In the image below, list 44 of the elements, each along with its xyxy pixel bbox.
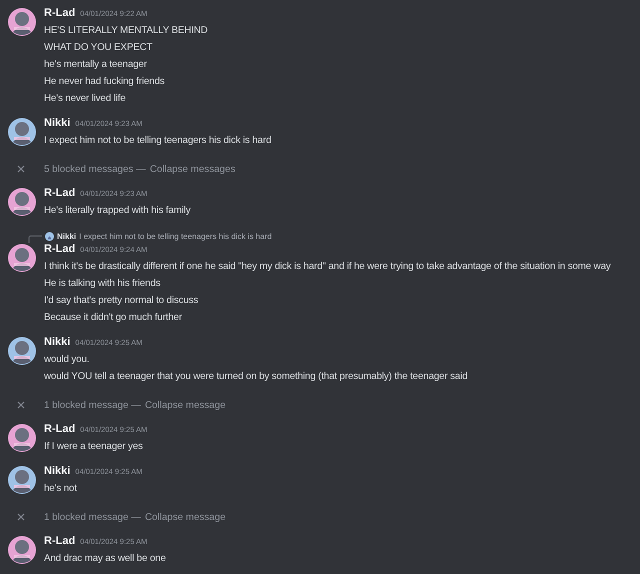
avatar[interactable] — [8, 188, 36, 216]
username[interactable]: Nikki — [44, 465, 70, 477]
message-text: If I were a teenager yes — [44, 440, 144, 454]
close-icon[interactable] — [17, 401, 25, 409]
message-text: would you. — [44, 353, 90, 367]
message-text: I expect him not to be telling teenagers his dick is hard — [44, 134, 272, 148]
collapse-link[interactable]: Collapse message — [144, 512, 226, 522]
username[interactable]: R-Lad — [44, 423, 76, 435]
blocked-count: 5 blocked messages — — [44, 164, 146, 174]
username[interactable]: R-Lad — [44, 7, 76, 19]
avatar[interactable] — [8, 424, 36, 452]
collapse-link[interactable]: Collapse message — [144, 400, 226, 410]
message-text: he's not — [44, 482, 78, 496]
message-text: He's literally trapped with his family — [44, 204, 192, 218]
reply-text[interactable]: I expect him not to be telling teenagers his dick is hard — [79, 232, 272, 240]
message-text: He is talking with his friends — [44, 277, 162, 291]
reply-line — [28, 235, 42, 243]
message-text: HE'S LITERALLY MENTALLY BEHIND — [44, 24, 209, 38]
reply-author[interactable]: Nikki — [57, 232, 76, 240]
username[interactable]: R-Lad — [44, 535, 76, 547]
message-text: would YOU tell a teenager that you were turned on by something (that presumably) the teenager said — [44, 370, 469, 384]
username[interactable]: Nikki — [44, 336, 70, 348]
message-text: Because it didn't go much further — [44, 311, 183, 325]
avatar[interactable] — [8, 118, 36, 146]
message-text: WHAT DO YOU EXPECT — [44, 41, 154, 55]
username[interactable]: Nikki — [44, 117, 70, 129]
message-text: I think it's be drastically different if one he said "hey my dick is hard" and if he were trying to take advantage of the situation in some way — [44, 260, 612, 274]
blocked-count: 1 blocked message — — [44, 512, 141, 522]
avatar[interactable] — [8, 8, 36, 36]
close-icon[interactable] — [17, 513, 25, 521]
blocked-count: 1 blocked message — — [44, 400, 141, 410]
collapse-link[interactable]: Collapse messages — [150, 164, 236, 174]
message-text: I'd say that's pretty normal to discuss — [44, 294, 200, 308]
message-text: He's never lived life — [44, 92, 126, 106]
avatar[interactable] — [8, 337, 36, 365]
close-icon[interactable] — [17, 165, 25, 173]
username[interactable]: R-Lad — [44, 187, 76, 199]
avatar[interactable] — [8, 536, 36, 564]
avatar[interactable] — [8, 466, 36, 494]
message-text: He never had fucking friends — [44, 75, 166, 89]
username[interactable]: R-Lad — [44, 243, 76, 255]
message-text: And drac may as well be one — [44, 552, 167, 566]
avatar[interactable] — [8, 244, 36, 272]
message-text: he's mentally a teenager — [44, 58, 148, 72]
